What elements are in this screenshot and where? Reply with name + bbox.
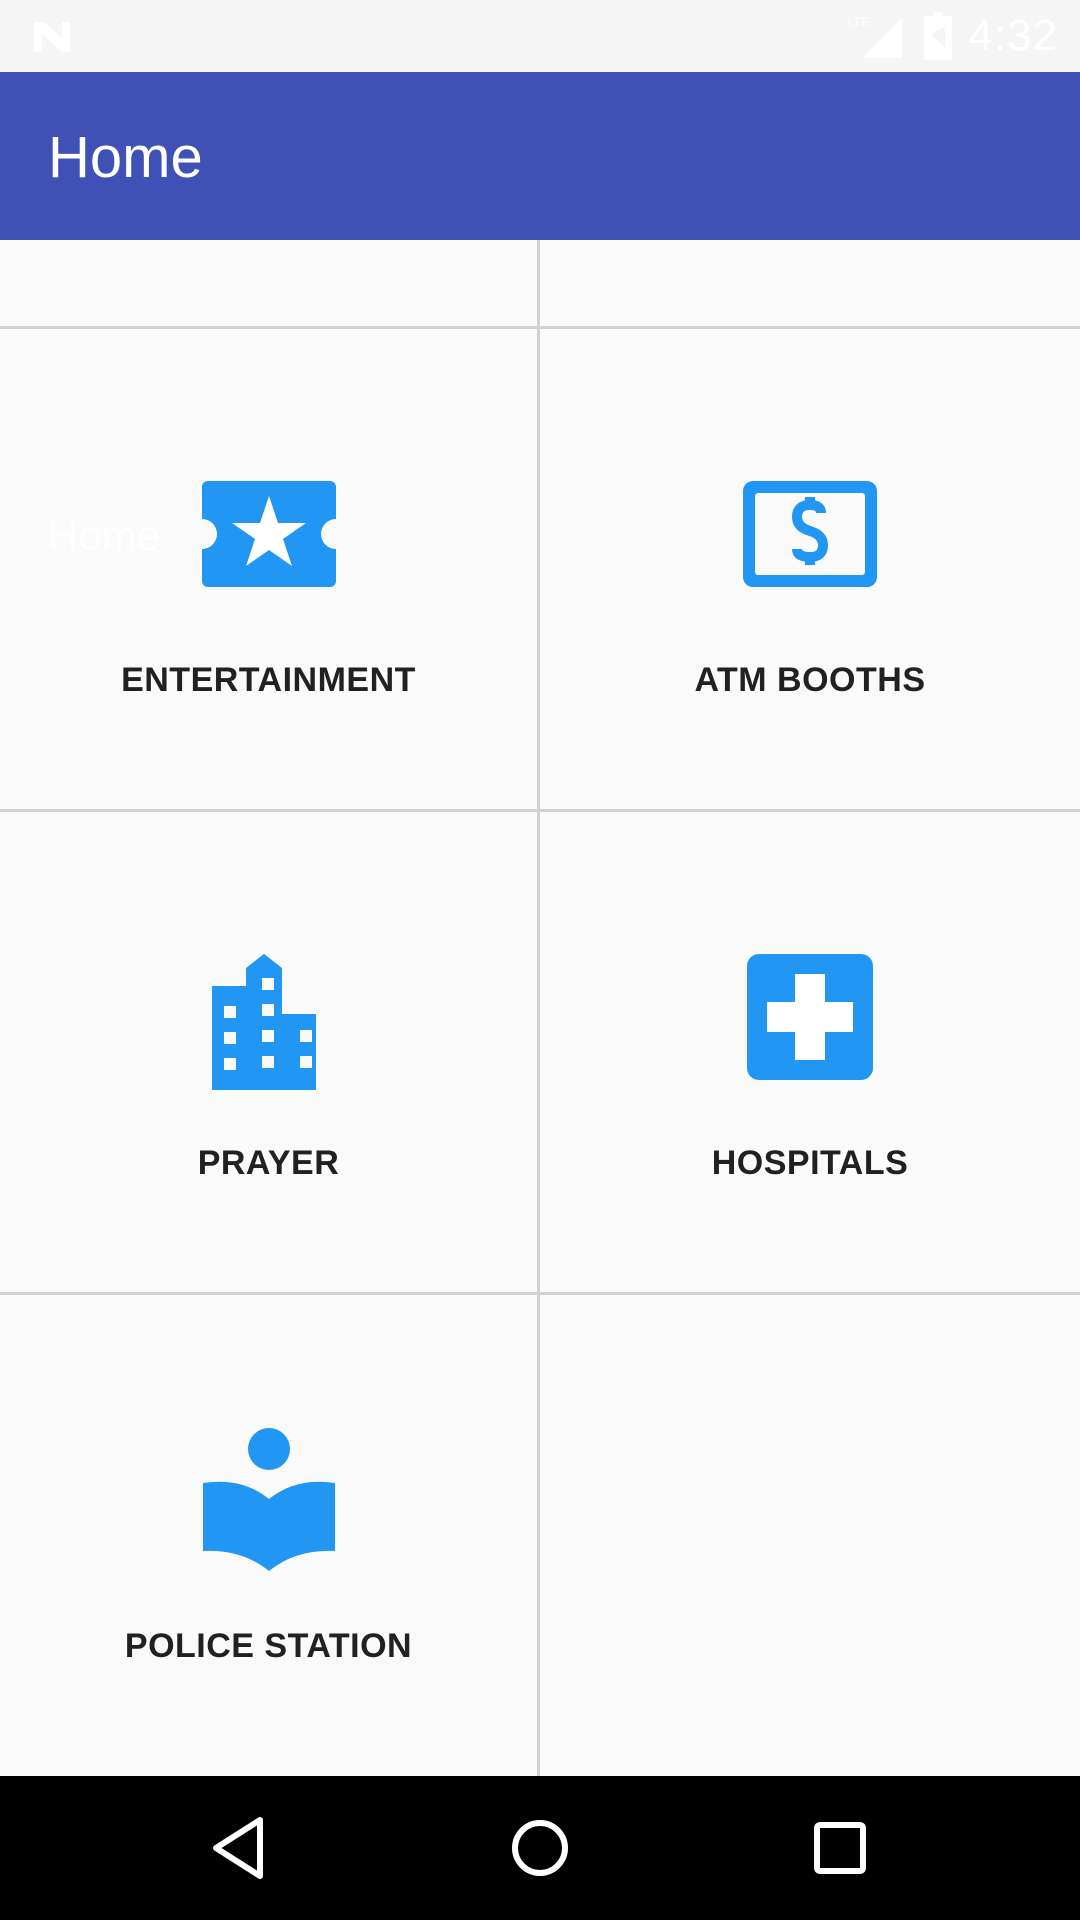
category-label: PRAYER	[197, 1144, 340, 1182]
ticket-star-icon	[201, 481, 336, 587]
recents-icon[interactable]	[804, 1812, 876, 1884]
category-police-station[interactable]: POLICE STATION	[0, 1295, 537, 1775]
app-screen: LTE 4:32 Home ENTERTAINMENT ATM BOOTHS P…	[0, 0, 1080, 1920]
empty-grid-cell	[540, 1295, 1080, 1775]
category-label: ATM BOOTHS	[694, 661, 926, 699]
page-title: Home	[48, 125, 203, 190]
battery-icon	[924, 12, 953, 60]
app-bar: Home	[0, 72, 1080, 240]
home-icon[interactable]	[504, 1812, 576, 1884]
category-label: POLICE STATION	[124, 1627, 413, 1665]
lte-label: LTE	[848, 15, 869, 29]
navigation-bar	[0, 1776, 1080, 1920]
medical-cross-icon	[747, 954, 873, 1080]
category-entertainment[interactable]: ENTERTAINMENT	[0, 329, 537, 809]
status-time: 4:32	[968, 11, 1058, 60]
reader-book-icon	[202, 1428, 335, 1571]
building-icon	[211, 954, 316, 1090]
overlay-home-text: Home	[48, 512, 161, 559]
status-icons: LTE 4:32	[848, 10, 1058, 62]
category-label: ENTERTAINMENT	[121, 661, 416, 699]
dollar-bill-icon	[743, 481, 877, 587]
category-grid: ENTERTAINMENT ATM BOOTHS PRAYER HOSPITAL…	[0, 240, 1080, 1776]
back-icon[interactable]	[204, 1812, 276, 1884]
category-prayer[interactable]: PRAYER	[0, 812, 537, 1292]
category-atm-booths[interactable]: ATM BOOTHS	[540, 329, 1080, 809]
notification-n-icon	[34, 22, 70, 52]
lte-signal-icon: LTE	[848, 15, 903, 58]
category-label: HOSPITALS	[711, 1144, 909, 1182]
status-bar: LTE 4:32	[0, 0, 1080, 72]
category-hospitals[interactable]: HOSPITALS	[540, 812, 1080, 1292]
